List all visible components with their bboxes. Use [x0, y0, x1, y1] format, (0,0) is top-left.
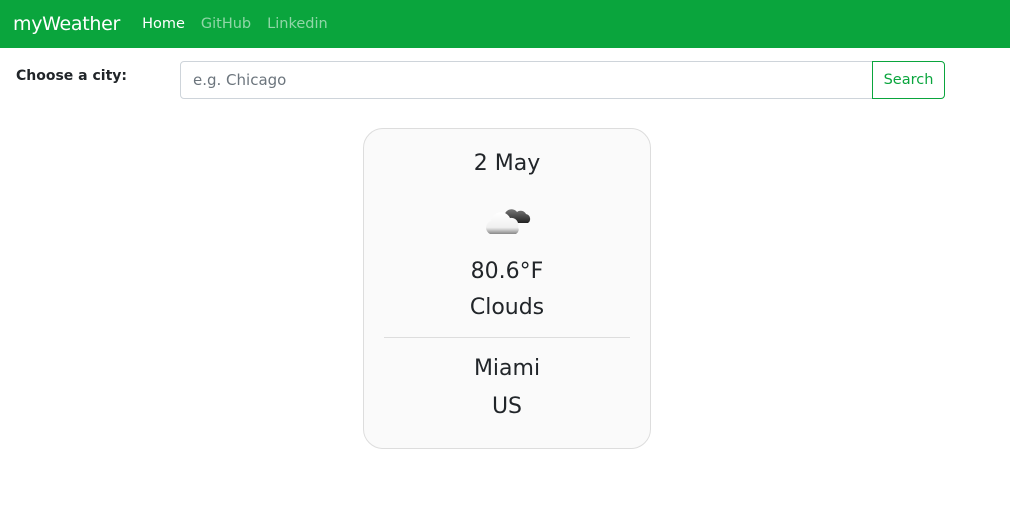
- nav-home[interactable]: Home: [142, 16, 185, 32]
- nav-github[interactable]: GitHub: [201, 16, 251, 32]
- brand-logo[interactable]: myWeather: [13, 13, 120, 35]
- country-code: US: [491, 394, 523, 419]
- weather-card: 2 May 80.6°F Clouds Miami US: [363, 128, 651, 449]
- navbar: myWeather Home GitHub Linkedin: [0, 0, 1010, 48]
- divider: [384, 337, 630, 338]
- weather-condition: Clouds: [469, 295, 545, 320]
- city-name: Miami: [473, 356, 541, 381]
- search-button[interactable]: Search: [872, 61, 945, 99]
- city-label: Choose a city:: [16, 68, 128, 84]
- temperature: 80.6°F: [470, 259, 544, 284]
- cloud-icon: [364, 197, 650, 237]
- city-search-input[interactable]: [180, 61, 873, 99]
- forecast-date: 2 May: [473, 151, 541, 176]
- nav-linkedin[interactable]: Linkedin: [267, 16, 328, 32]
